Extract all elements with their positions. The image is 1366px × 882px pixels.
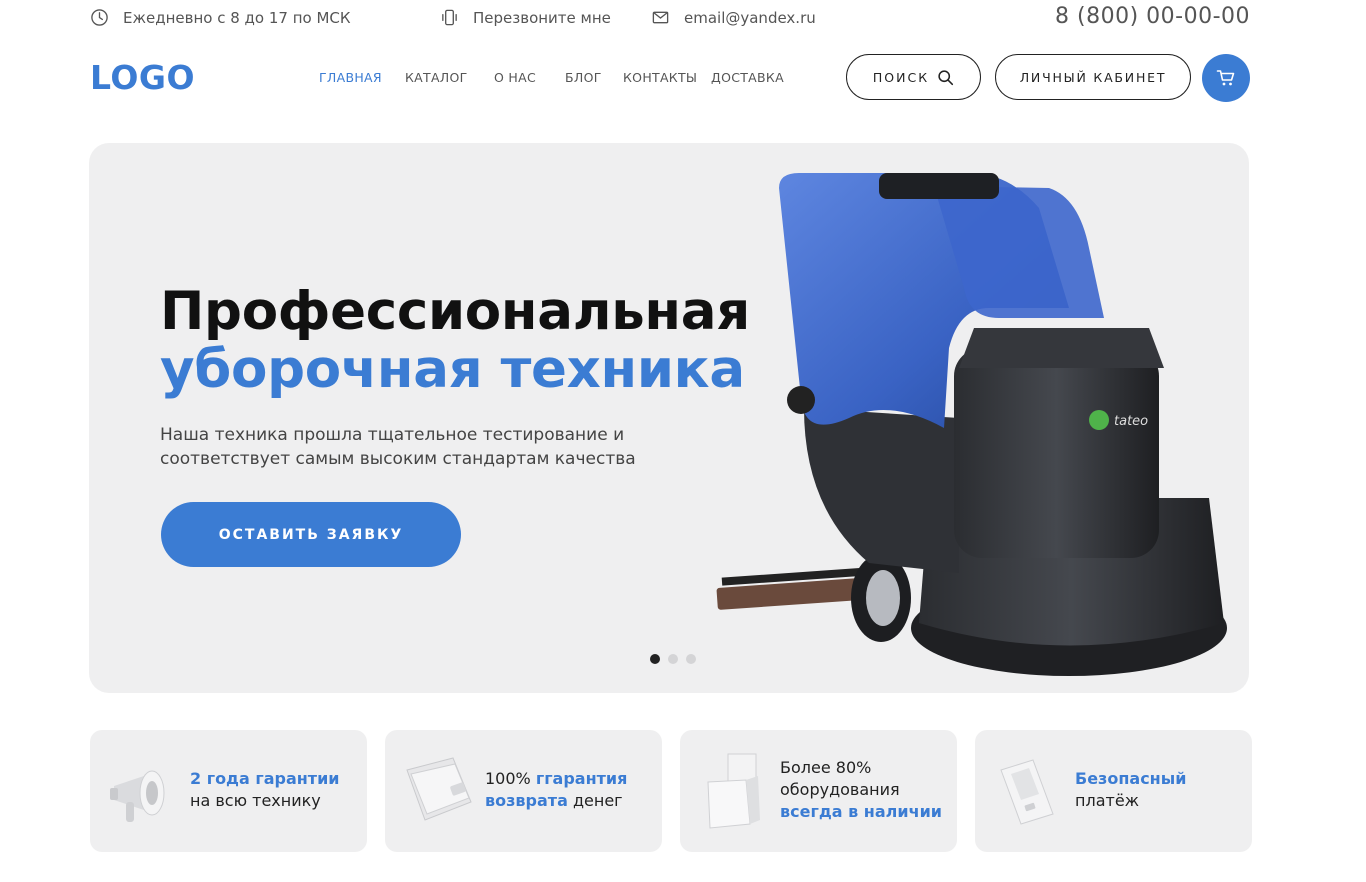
slider-dot[interactable] <box>650 654 660 664</box>
working-hours: Ежедневно с 8 до 17 по МСК <box>90 8 351 27</box>
search-label: ПОИСК <box>872 69 930 85</box>
feature-card-stock: Более 80% оборудования всегда в наличии <box>680 730 957 852</box>
hero-banner: Профессиональная уборочная техника Наша … <box>89 143 1249 693</box>
brand-text: tateo <box>1114 414 1148 429</box>
callback-link[interactable]: Перезвоните мне <box>440 8 611 27</box>
request-button[interactable]: ОСТАВИТЬ ЗАЯВКУ <box>161 502 461 567</box>
nav-item-about[interactable]: О НАС <box>494 70 536 85</box>
feature-card-warranty: 2 года гарантии на всю технику <box>90 730 367 852</box>
wallet-icon <box>406 757 472 821</box>
hero-title-line1: Профессиональная <box>160 281 750 342</box>
nav-item-delivery[interactable]: ДОСТАВКА <box>711 70 784 85</box>
email-text: email@yandex.ru <box>684 8 816 27</box>
search-button[interactable]: ПОИСК <box>846 54 981 100</box>
cart-icon <box>1216 70 1235 86</box>
feature-card-payment: Безопасный платёж <box>975 730 1252 852</box>
boxes-icon <box>707 753 760 829</box>
nav-item-catalog[interactable]: КАТАЛОГ <box>405 70 468 85</box>
top-bar: Ежедневно с 8 до 17 по МСК Перезвоните м… <box>90 0 1250 38</box>
slider-dot[interactable] <box>668 654 678 664</box>
header: LOGO ГЛАВНАЯ КАТАЛОГ О НАС БЛОГ КОНТАКТЫ… <box>90 52 1250 102</box>
cart-button[interactable] <box>1202 54 1250 102</box>
hero-title: Профессиональная уборочная техника <box>160 283 750 399</box>
nav-item-contacts[interactable]: КОНТАКТЫ <box>623 70 697 85</box>
hours-text: Ежедневно с 8 до 17 по МСК <box>123 8 351 27</box>
mail-icon <box>652 11 669 24</box>
phone-number[interactable]: 8 (800) 00-00-00 <box>1055 4 1250 29</box>
card-reader-icon <box>1000 759 1054 825</box>
feature-text: 2 года гарантии на всю технику <box>190 769 340 810</box>
feature-text: Более 80% оборудования всегда в наличии <box>780 758 942 821</box>
nav-item-blog[interactable]: БЛОГ <box>565 70 602 85</box>
email-link[interactable]: email@yandex.ru <box>651 8 816 27</box>
feature-text: 100% ггарантия возврата денег <box>485 769 628 810</box>
feature-text: Безопасный платёж <box>1075 769 1187 810</box>
logo[interactable]: LOGO <box>90 58 195 97</box>
search-icon <box>938 69 954 85</box>
floor-scrubber-image: tateo <box>716 173 1227 676</box>
features-row: 2 года гарантии на всю технику 100% ггара… <box>90 730 1252 852</box>
clock-icon <box>91 9 108 26</box>
hero-subtitle: Наша техника прошла тщательное тестирова… <box>160 425 636 469</box>
megaphone-icon <box>110 770 165 822</box>
hero-title-line2: уборочная техника <box>160 339 745 400</box>
callback-text: Перезвоните мне <box>473 8 611 27</box>
account-button[interactable]: ЛИЧНЫЙ КАБИНЕТ <box>995 54 1191 100</box>
feature-card-refund: 100% ггарантия возврата денег <box>385 730 662 852</box>
slider-dots <box>650 654 696 664</box>
nav-item-home[interactable]: ГЛАВНАЯ <box>319 70 382 85</box>
slider-dot[interactable] <box>686 654 696 664</box>
phone-vibrate-icon <box>442 9 457 26</box>
